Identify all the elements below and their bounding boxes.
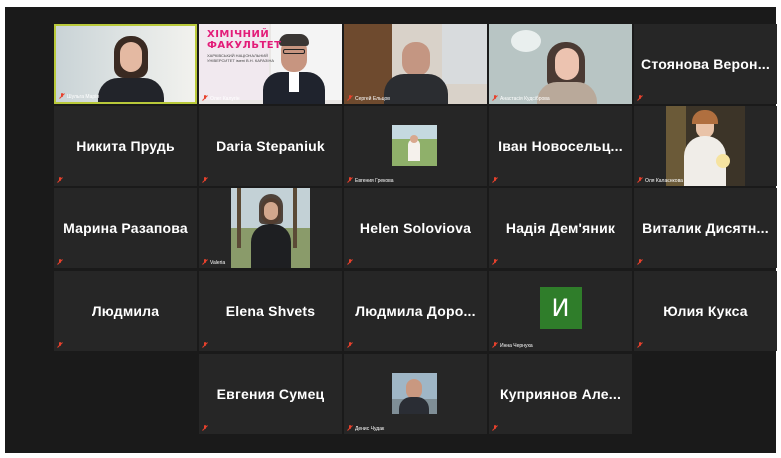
microphone-muted-icon [347, 177, 353, 183]
participant-name: Надія Дем'яник [505, 220, 616, 236]
participant-video [56, 26, 195, 102]
participant-label: Евгения Грекова [355, 178, 394, 184]
participant-tile[interactable]: Куприянов Але... [489, 354, 632, 434]
participant-name: Куприянов Але... [499, 386, 622, 402]
participant-tile[interactable]: Сергей Ельцов [344, 24, 487, 104]
microphone-muted-icon [492, 342, 498, 348]
participant-video [489, 24, 632, 104]
participant-tile[interactable]: Стоянова Верон... [634, 24, 777, 104]
participant-label: Олег Калугін [210, 96, 240, 102]
participant-tile[interactable]: Надія Дем'яник [489, 188, 632, 268]
participant-tile[interactable]: Денис Чудак [344, 354, 487, 434]
meeting-gallery: Шульга Марія ХІМІЧНИЙ ФАКУЛЬТЕТ ХАРКІВСЬКИ… [5, 7, 777, 453]
participant-tile[interactable]: Марина Разапова [54, 188, 197, 268]
microphone-muted-icon [202, 342, 208, 348]
microphone-muted-icon [202, 425, 208, 431]
participant-tile[interactable]: ХІМІЧНИЙ ФАКУЛЬТЕТ ХАРКІВСЬКИЙ НАЦІОНАЛЬН… [199, 24, 342, 104]
participant-name: Helen Soloviova [359, 220, 472, 236]
microphone-muted-icon [202, 95, 208, 101]
participant-label: Оля Калаєнкова [645, 178, 683, 184]
participant-label: Valeria [210, 260, 226, 266]
participant-name: Людмила [91, 303, 160, 319]
microphone-muted-icon [637, 177, 643, 183]
participant-name: Виталик Дисятн... [642, 220, 769, 236]
participant-tile[interactable]: Людмила Доро... [344, 271, 487, 351]
participant-label: Денис Чудак [355, 426, 385, 432]
participant-tile[interactable]: Никита Прудь [54, 106, 197, 186]
participant-tile[interactable]: Daria Stepaniuk [199, 106, 342, 186]
microphone-muted-icon [347, 425, 353, 431]
microphone-muted-icon [347, 259, 353, 265]
participant-tile[interactable]: Іван Новосельц... [489, 106, 632, 186]
screenshot-frame: Шульга Марія ХІМІЧНИЙ ФАКУЛЬТЕТ ХАРКІВСЬКИ… [0, 0, 781, 458]
faculty-sign-subtitle: ХАРКІВСЬКИЙ НАЦІОНАЛЬНИЙ УНІВЕРСИТЕТ іме… [207, 53, 274, 63]
microphone-muted-icon [492, 259, 498, 265]
participant-tile[interactable]: Виталик Дисятн... [634, 188, 777, 268]
participant-label: Шульга Марія [67, 94, 99, 100]
participant-avatar: И [539, 287, 582, 329]
participant-name: Іван Новосельц... [498, 138, 623, 154]
participant-video [199, 188, 342, 268]
participant-tile[interactable]: Helen Soloviova [344, 188, 487, 268]
participant-tile[interactable]: Анастасія Кудсіброва [489, 24, 632, 104]
microphone-muted-icon [57, 342, 63, 348]
participant-label: Анастасія Кудсіброва [500, 96, 550, 102]
participant-tile[interactable]: Valeria [199, 188, 342, 268]
participant-tile[interactable]: Евгения Сумец [199, 354, 342, 434]
participant-label: Сергей Ельцов [355, 96, 390, 102]
microphone-muted-icon [57, 259, 63, 265]
participant-name: Стоянова Верон... [641, 56, 770, 72]
microphone-muted-icon [492, 425, 498, 431]
participant-tile[interactable]: И Инна Чернуха [489, 271, 632, 351]
participant-video [344, 106, 487, 186]
participant-name: Никита Прудь [76, 138, 175, 154]
participant-tile[interactable]: Elena Shvets [199, 271, 342, 351]
participant-video [344, 354, 487, 434]
microphone-muted-icon [492, 95, 498, 101]
participant-name: Daria Stepaniuk [216, 138, 325, 154]
participant-video [634, 106, 777, 186]
participant-name: Юлия Кукса [663, 303, 748, 319]
microphone-muted-icon [347, 95, 353, 101]
participant-tile[interactable]: Юлия Кукса [634, 271, 777, 351]
microphone-muted-icon [57, 177, 63, 183]
microphone-muted-icon [59, 93, 65, 99]
microphone-muted-icon [492, 177, 498, 183]
participant-name: Марина Разапова [63, 220, 188, 236]
participant-tile[interactable]: Оля Калаєнкова [634, 106, 777, 186]
microphone-muted-icon [637, 342, 643, 348]
microphone-muted-icon [637, 259, 643, 265]
participant-name: Людмила Доро... [355, 303, 476, 319]
microphone-muted-icon [202, 259, 208, 265]
microphone-muted-icon [637, 95, 643, 101]
participant-video [344, 24, 487, 104]
participant-name: Евгения Сумец [216, 386, 325, 402]
participant-tile[interactable]: Шульга Марія [54, 24, 197, 104]
participant-tile[interactable]: Евгения Грекова [344, 106, 487, 186]
participant-name: Elena Shvets [225, 303, 316, 319]
faculty-sign-title: ХІМІЧНИЙ ФАКУЛЬТЕТ [207, 29, 282, 51]
microphone-muted-icon [202, 177, 208, 183]
participant-label: Инна Чернуха [500, 343, 533, 349]
microphone-muted-icon [347, 342, 353, 348]
participant-tile[interactable]: Людмила [54, 271, 197, 351]
